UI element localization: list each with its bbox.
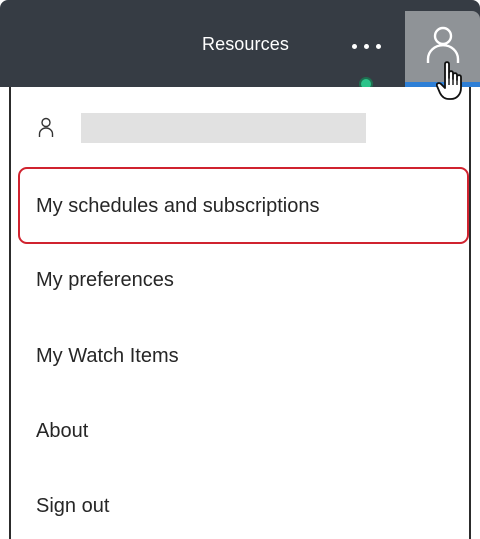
hand-pointer-icon — [436, 61, 462, 100]
user-name-redacted — [81, 113, 366, 143]
user-dropdown-menu: My schedules and subscriptions My prefer… — [9, 87, 471, 539]
more-dot — [364, 44, 369, 49]
more-options-icon[interactable] — [350, 44, 384, 52]
menu-item-my-watch-items[interactable]: My Watch Items — [36, 345, 179, 368]
menu-item-sign-out[interactable]: Sign out — [36, 495, 109, 518]
user-small-icon — [38, 117, 54, 137]
menu-item-about[interactable]: About — [36, 420, 88, 443]
resources-link[interactable]: Resources — [202, 34, 289, 55]
more-dot — [352, 44, 357, 49]
highlight-callout-box — [18, 167, 469, 244]
menu-item-my-preferences[interactable]: My preferences — [36, 269, 174, 292]
more-dot — [376, 44, 381, 49]
